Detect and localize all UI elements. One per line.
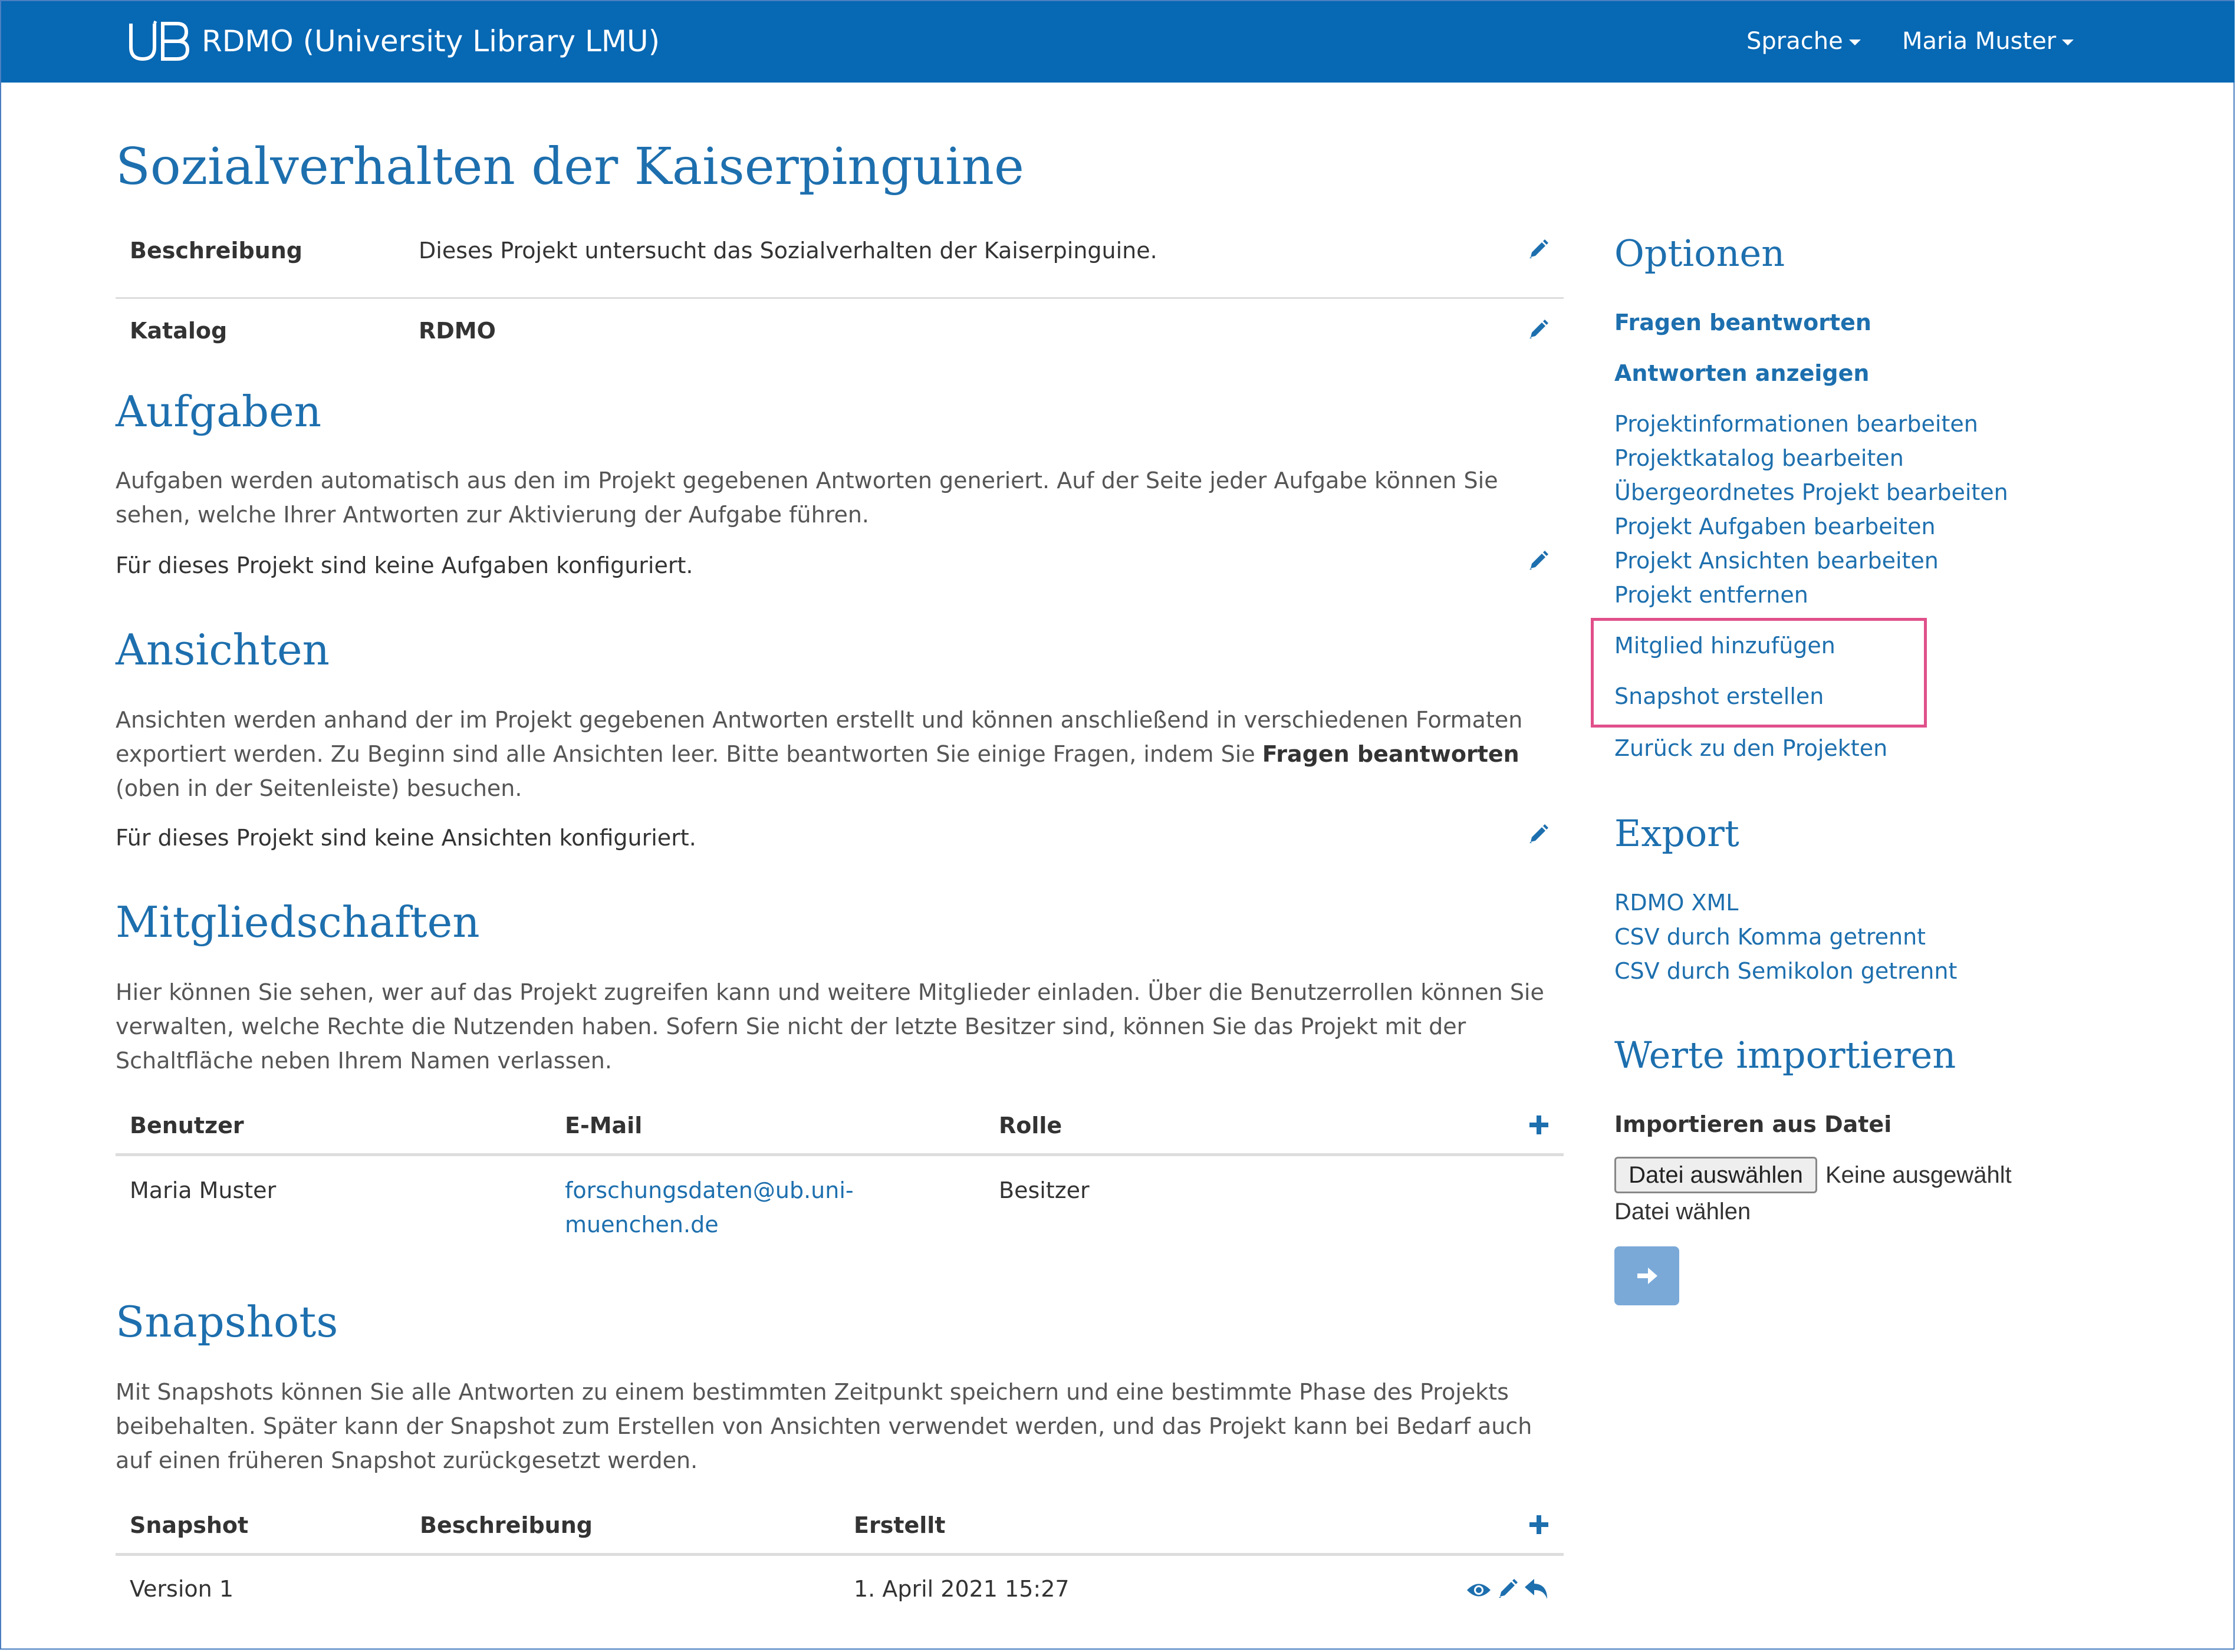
answer-questions-link[interactable]: Fragen beantworten (1614, 305, 1871, 340)
catalog-value: RDMO (419, 318, 496, 344)
back-to-projects-link[interactable]: Zurück zu den Projekten (1614, 731, 1887, 765)
memberships-col-user: Benutzer (130, 1113, 244, 1138)
arrow-right-icon (1637, 1268, 1657, 1284)
import-heading: Werte importieren (1614, 1034, 1956, 1077)
views-description: Ansichten werden anhand der im Projekt g… (116, 703, 1566, 805)
description-label: Beschreibung (130, 238, 302, 264)
edit-snapshot-pencil-icon[interactable] (1495, 1578, 1519, 1601)
language-menu[interactable]: Sprache (1746, 25, 1861, 58)
memberships-col-email: E-Mail (565, 1113, 643, 1138)
caret-down-icon (1848, 40, 1861, 45)
memberships-heading: Mitgliedschaften (116, 897, 480, 947)
view-snapshot-eye-icon[interactable] (1466, 1580, 1492, 1600)
delete-project-link[interactable]: Projekt entfernen (1614, 578, 1808, 612)
views-text-bold: Fragen beantworten (1262, 741, 1519, 767)
user-menu[interactable]: Maria Muster (1902, 25, 2074, 58)
user-menu-label: Maria Muster (1902, 28, 2057, 55)
add-member-plus-icon[interactable] (1527, 1113, 1551, 1137)
choose-file-button[interactable]: Datei auswählen (1614, 1157, 1817, 1193)
add-snapshot-plus-icon[interactable] (1527, 1513, 1551, 1536)
views-heading: Ansichten (116, 625, 330, 674)
snapshot-created: 1. April 2021 15:27 (854, 1576, 1070, 1602)
tasks-heading: Aufgaben (116, 387, 322, 436)
tasks-empty-text: Für dieses Projekt sind keine Aufgaben k… (116, 552, 693, 578)
export-rdmo-xml-link[interactable]: RDMO XML (1614, 886, 1738, 920)
description-value: Dieses Projekt untersucht das Sozialverh… (419, 238, 1157, 264)
tasks-description: Aufgaben werden automatisch aus den im P… (116, 468, 1498, 528)
table-header-divider (116, 1153, 1564, 1156)
member-email-line2: muenchen.de (565, 1212, 719, 1238)
export-csv-comma-link[interactable]: CSV durch Komma getrennt (1614, 920, 1926, 954)
import-label: Importieren aus Datei (1614, 1111, 1892, 1137)
ub-logo-icon[interactable] (127, 19, 191, 64)
edit-project-info-link[interactable]: Projektinformationen bearbeiten (1614, 407, 1978, 441)
member-user: Maria Muster (130, 1177, 277, 1203)
member-email-line1: forschungsdaten@ub.uni- (565, 1177, 854, 1203)
edit-views-pencil-icon[interactable] (1526, 823, 1550, 847)
file-status-text-2: Datei wählen (1614, 1199, 1751, 1225)
export-heading: Export (1614, 812, 1739, 855)
edit-catalog-pencil-icon[interactable] (1526, 318, 1550, 342)
divider (116, 297, 1564, 299)
snapshots-description: Mit Snapshots können Sie alle Antworten … (116, 1379, 1532, 1473)
language-menu-label: Sprache (1746, 28, 1843, 55)
edit-description-pencil-icon[interactable] (1526, 238, 1550, 262)
table-header-divider (116, 1553, 1564, 1556)
page-title: Sozialverhalten der Kaiserpinguine (116, 137, 1024, 196)
snapshot-name: Version 1 (130, 1576, 233, 1602)
show-answers-link[interactable]: Antworten anzeigen (1614, 356, 1869, 390)
edit-project-tasks-link[interactable]: Projekt Aufgaben bearbeiten (1614, 509, 1936, 544)
memberships-description: Hier können Sie sehen, wer auf das Proje… (116, 979, 1544, 1074)
create-snapshot-link[interactable]: Snapshot erstellen (1614, 679, 1824, 713)
top-navbar: RDMO (University Library LMU) Sprache Ma… (1, 1, 2235, 83)
memberships-col-role: Rolle (999, 1113, 1062, 1138)
views-empty-text: Für dieses Projekt sind keine Ansichten … (116, 825, 696, 851)
export-csv-semicolon-link[interactable]: CSV durch Semikolon getrennt (1614, 954, 1957, 988)
snapshots-col-description: Beschreibung (420, 1512, 593, 1538)
brand-title[interactable]: RDMO (University Library LMU) (202, 22, 660, 60)
file-status-text: Keine ausgewählt (1825, 1162, 2012, 1188)
import-submit-button[interactable] (1614, 1246, 1679, 1305)
caret-down-icon (2062, 40, 2074, 45)
add-member-link[interactable]: Mitglied hinzufügen (1614, 628, 1835, 663)
member-role: Besitzer (999, 1177, 1090, 1203)
snapshots-heading: Snapshots (116, 1297, 338, 1347)
edit-tasks-pencil-icon[interactable] (1526, 549, 1550, 573)
rollback-snapshot-reply-icon[interactable] (1524, 1577, 1550, 1601)
edit-parent-project-link[interactable]: Übergeordnetes Projekt bearbeiten (1614, 475, 2008, 509)
snapshots-col-created: Erstellt (854, 1512, 946, 1538)
edit-project-views-link[interactable]: Projekt Ansichten bearbeiten (1614, 544, 1939, 578)
edit-project-catalog-link[interactable]: Projektkatalog bearbeiten (1614, 441, 1904, 475)
member-email-link[interactable]: forschungsdaten@ub.uni-muenchen.de (565, 1173, 854, 1242)
snapshots-col-name: Snapshot (130, 1512, 249, 1538)
options-heading: Optionen (1614, 232, 1785, 275)
catalog-label: Katalog (130, 318, 228, 344)
views-text-after: (oben in der Seitenleiste) besuchen. (116, 775, 522, 801)
